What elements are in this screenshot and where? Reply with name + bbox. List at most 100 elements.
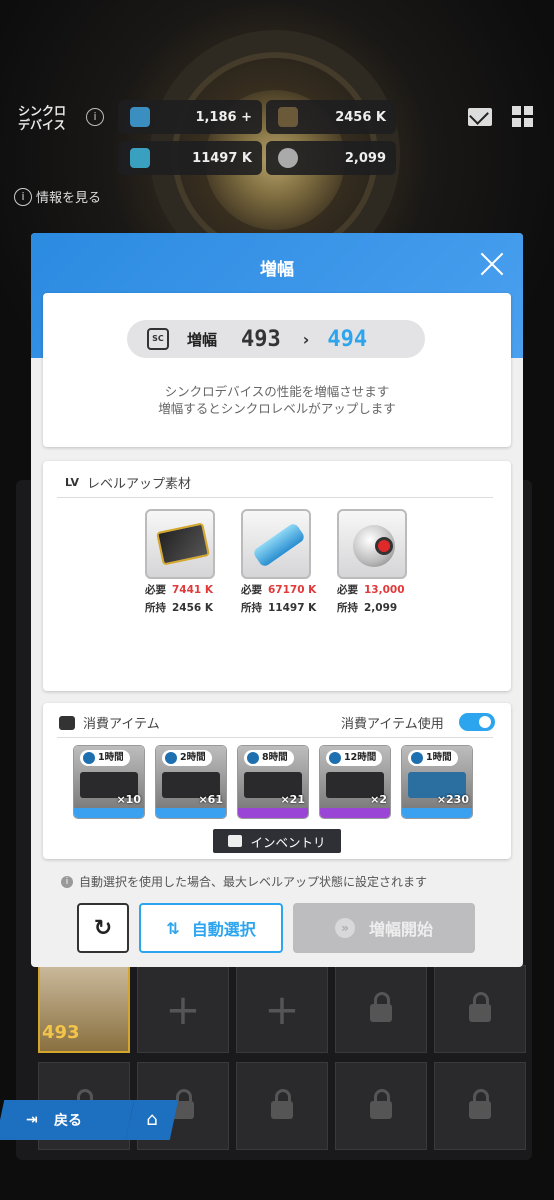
character-level: 493: [42, 1022, 80, 1043]
info-icon[interactable]: i: [86, 108, 104, 126]
home-button[interactable]: ⌂: [125, 1100, 179, 1140]
consumable-item[interactable]: 1時間 ×10: [73, 745, 145, 819]
owned-value: 2,099: [364, 602, 398, 614]
required-value: 7441 K: [172, 584, 214, 596]
core-orb-icon: [278, 148, 298, 168]
material-core-orb[interactable]: 必要 13,000 所持 2,099: [337, 509, 409, 615]
level-up-icon: LV: [65, 476, 80, 489]
resource-credit: 2456 K: [266, 100, 396, 134]
crystal-icon: [130, 107, 150, 127]
robot-icon: [228, 835, 243, 847]
level-from: 493: [241, 326, 281, 352]
consumable-item[interactable]: 12時間 ×2: [319, 745, 391, 819]
locked-slot: [434, 1062, 526, 1150]
owned-value: 11497 K: [268, 602, 317, 614]
consumable-item[interactable]: 2時間 ×61: [155, 745, 227, 819]
robot-icon: [59, 715, 75, 730]
locked-slot: [335, 965, 427, 1053]
use-consumables-toggle[interactable]: [459, 713, 495, 731]
description-line1: シンクロデバイスの性能を増幅させます: [164, 384, 390, 399]
info-link[interactable]: i 情報を見る: [14, 187, 101, 206]
credit-card-icon: [278, 107, 298, 127]
divider: [57, 497, 493, 498]
auto-select-notice: i 自動選択を使用した場合、最大レベルアップ状態に設定されます: [61, 873, 427, 890]
modal-title: 増幅: [260, 260, 294, 280]
consumables-label: 消費アイテム: [83, 717, 160, 732]
lock-icon: [271, 1089, 293, 1119]
empty-slot[interactable]: +: [137, 965, 229, 1053]
resource-usb: 11497 K: [118, 141, 262, 175]
back-button[interactable]: ⇥ 戻る: [0, 1100, 135, 1140]
material-usb-drive[interactable]: 必要 67170 K 所持 11497 K: [241, 509, 317, 615]
resource-value: 11497 K: [192, 150, 252, 166]
owned-label: 所持: [145, 602, 166, 614]
resource-value: 2,099: [344, 150, 386, 166]
credit-card-icon: [145, 509, 215, 579]
swap-arrows-icon: ⇅: [166, 918, 180, 938]
rarity-strip: [320, 808, 390, 818]
level-to: 494: [327, 326, 368, 352]
info-link-label: 情報を見る: [36, 191, 102, 206]
inventory-label: インベントリ: [250, 834, 326, 850]
lock-icon: [370, 992, 392, 1022]
material-required-row: 必要 7441 K: [145, 582, 217, 597]
required-label: 必要: [241, 584, 262, 596]
level-card: [43, 293, 511, 447]
plus-icon[interactable]: +: [241, 110, 252, 125]
material-credit-card[interactable]: 必要 7441 K 所持 2456 K: [145, 509, 217, 615]
description-line2: 増幅するとシンクロレベルがアップします: [158, 401, 396, 416]
usb-drive-icon: [130, 148, 150, 168]
reset-button[interactable]: ↻: [77, 903, 129, 953]
consumable-item[interactable]: 8時間 ×21: [237, 745, 309, 819]
item-time-tag: 2時間: [162, 750, 212, 766]
back-label: 戻る: [53, 1113, 82, 1129]
sc-badge-icon: SC: [147, 328, 169, 350]
locked-slot: [236, 1062, 328, 1150]
back-arrow-icon: ⇥: [26, 1112, 38, 1128]
start-amplify-button[interactable]: » 増幅開始: [293, 903, 475, 953]
required-label: 必要: [145, 584, 166, 596]
material-required-row: 必要 13,000: [337, 582, 409, 597]
material-required-row: 必要 67170 K: [241, 582, 316, 597]
info-icon: i: [61, 875, 73, 888]
item-count: ×21: [280, 793, 305, 806]
consumables-section-label: 消費アイテム: [59, 713, 160, 732]
owned-label: 所持: [337, 602, 358, 614]
synchro-title: シンクロ デバイス: [18, 104, 67, 132]
item-time-tag: 12時間: [326, 750, 383, 766]
menu-grid-icon[interactable]: [512, 106, 534, 128]
rarity-strip: [402, 808, 472, 818]
amplify-modal: 増幅 SC 増幅 493 › 494 シンクロデバイスの性能を増幅させます 増幅…: [31, 233, 523, 967]
lock-icon: [469, 992, 491, 1022]
locked-slot: [335, 1062, 427, 1150]
inventory-button[interactable]: インベントリ: [213, 829, 341, 853]
auto-select-label: 自動選択: [191, 920, 256, 939]
refresh-icon: ↻: [93, 915, 113, 941]
lock-icon: [469, 1089, 491, 1119]
resource-value: 1,186: [195, 109, 237, 125]
rarity-strip: [156, 808, 226, 818]
auto-select-button[interactable]: ⇅ 自動選択: [139, 903, 283, 953]
rarity-strip: [74, 808, 144, 818]
materials-section-label: LV レベルアップ素材: [65, 473, 191, 492]
mail-icon[interactable]: [468, 108, 492, 126]
item-count: ×230: [436, 793, 469, 806]
level-pill: SC 増幅 493 › 494: [127, 320, 425, 358]
item-time-tag: 1時間: [80, 750, 130, 766]
resource-core: 2,099: [266, 141, 396, 175]
close-icon[interactable]: [479, 251, 505, 277]
use-consumables-label: 消費アイテム使用: [341, 717, 444, 732]
materials-label: レベルアップ素材: [87, 477, 192, 492]
material-owned-row: 所持 2,099: [337, 600, 409, 615]
double-chevron-icon: »: [334, 918, 355, 938]
level-arrow: ›: [302, 329, 310, 349]
item-time-tag: 8時間: [244, 750, 294, 766]
required-value: 13,000: [364, 584, 405, 596]
empty-slot[interactable]: +: [236, 965, 328, 1053]
owned-value: 2456 K: [172, 602, 214, 614]
resource-crystal[interactable]: 1,186 +: [118, 100, 262, 134]
info-icon: i: [14, 187, 32, 206]
locked-slot: [434, 965, 526, 1053]
consumable-item[interactable]: 1時間 ×230: [401, 745, 473, 819]
home-icon: ⌂: [146, 1109, 158, 1130]
